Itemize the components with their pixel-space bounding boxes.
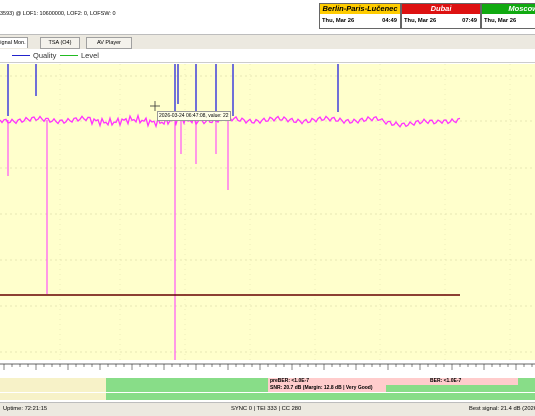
snr-value: SNR: 20.7 dB (Margin: 12.8 dB | Very Goo… (270, 385, 373, 391)
ber-value: BER: <1.0E-7 (430, 378, 462, 384)
lnb-info-text: 3593) @ LOF1: 10600000, LOF2: 0, LOFSW: … (0, 11, 116, 17)
quality-bar (0, 393, 535, 400)
clock-berlin: Berlin-Paris-Lučenec Thu, Mar 26 04:49 (319, 3, 401, 29)
snr-bar: SNR: 20.7 dB (Margin: 12.8 dB | Very Goo… (0, 385, 535, 392)
value-tooltip: 2026-03-24 06:47:08, value: 22 (157, 111, 231, 121)
quality-legend-swatch (12, 55, 30, 56)
clock-date: Thu, Mar 26 (322, 18, 355, 24)
uptime-text: Uptime: 72:21:15 (3, 406, 48, 412)
crosshair-icon (150, 101, 160, 111)
tab-tsa[interactable]: TSA (O4) (40, 37, 80, 49)
best-signal-text: Best signal: 21.4 dB (2026- (469, 406, 535, 412)
prober-bar: preBER: <1.0E-7 BER: <1.0E-7 (0, 378, 535, 385)
clock-city: Moscow (482, 4, 535, 14)
clock-city: Dubai (402, 4, 480, 14)
clock-date: Thu, Mar 26 (484, 18, 517, 24)
level-legend-label: Level (81, 51, 99, 60)
clock-moscow: Moscow Thu, Mar 26 (481, 3, 535, 29)
clock-date: Thu, Mar 26 (404, 18, 437, 24)
grid (0, 75, 535, 353)
clock-time: 04:49 (382, 18, 397, 24)
prober-value: preBER: <1.0E-7 (270, 378, 310, 384)
clock-time: 07:49 (462, 18, 477, 24)
signal-plot[interactable] (0, 64, 535, 360)
sync-text: SYNC 0 | TEI 333 | CC 280 (231, 406, 302, 412)
clock-city: Berlin-Paris-Lučenec (320, 4, 400, 14)
time-axis (0, 360, 535, 376)
quality-legend-label: Quality (33, 51, 57, 60)
level-legend-swatch (60, 55, 78, 56)
clock-dubai: Dubai Thu, Mar 26 07:49 (401, 3, 481, 29)
vertical-grid (59, 64, 511, 360)
level-dips (7, 120, 229, 360)
tab-av-player[interactable]: AV Player (86, 37, 132, 49)
status-bar: Uptime: 72:21:15 SYNC 0 | TEI 333 | CC 2… (0, 402, 535, 416)
tab-signal-monitor[interactable]: ignal Mon. (0, 37, 28, 48)
tab-bar (0, 34, 535, 49)
